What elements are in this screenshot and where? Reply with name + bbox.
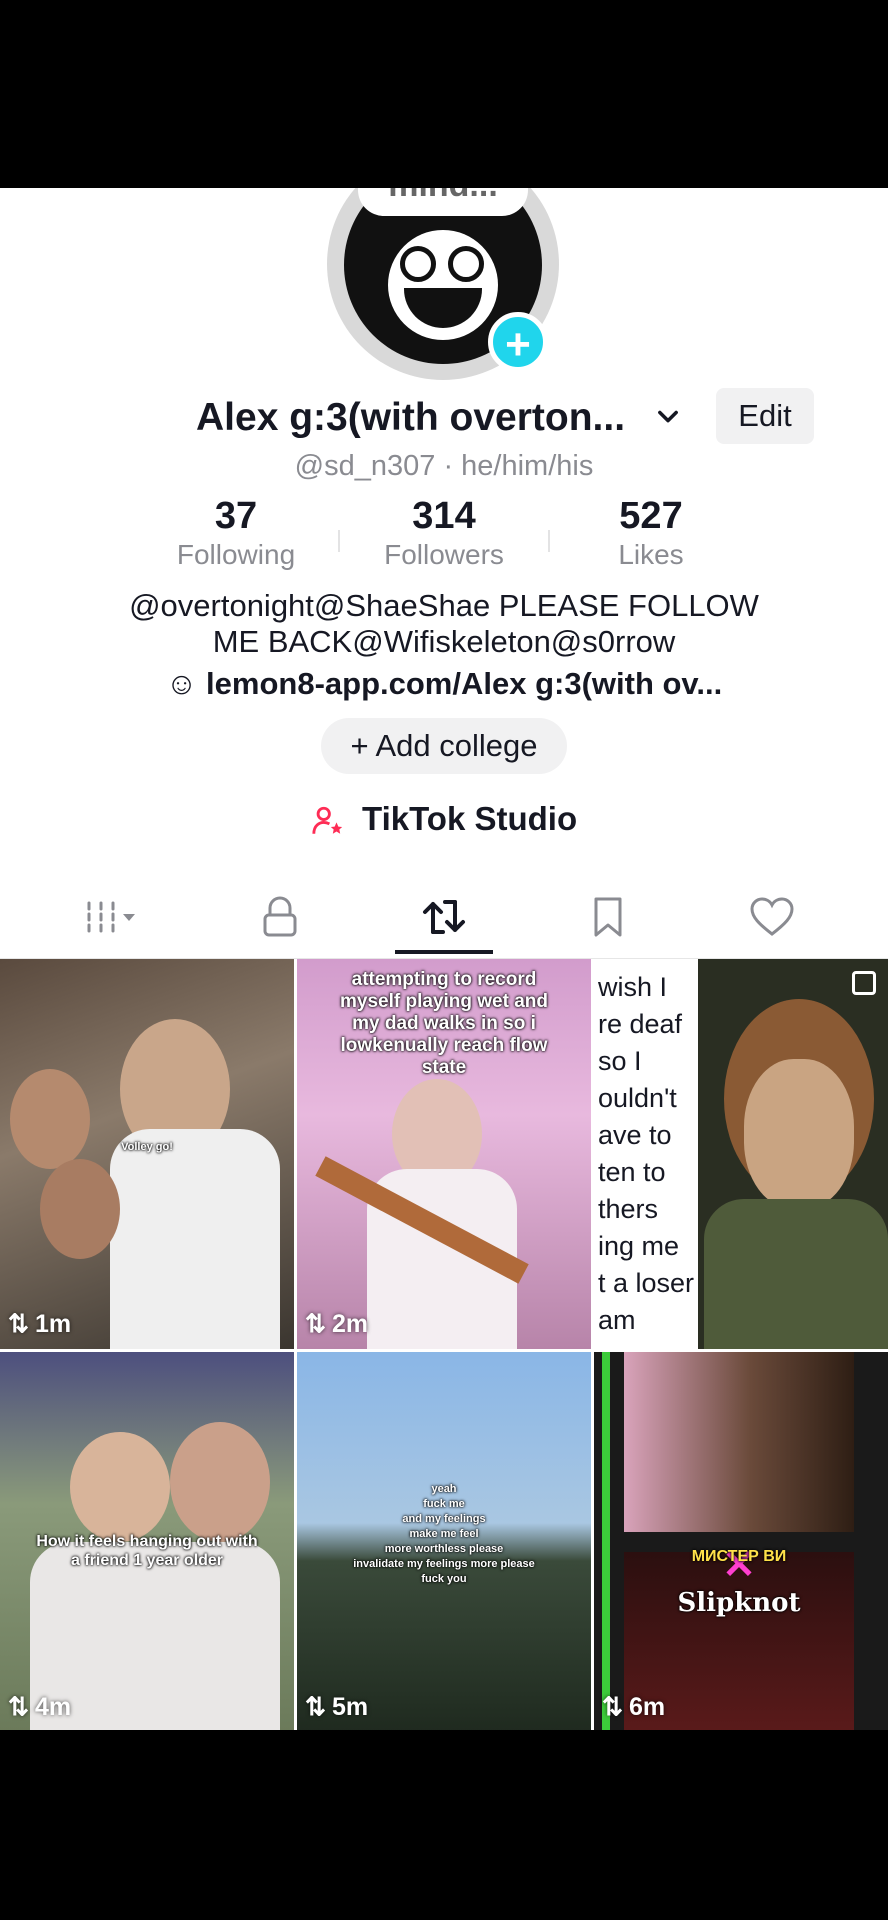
tab-liked[interactable] [712,878,832,956]
followers-label: Followers [384,539,504,570]
link-icon: ☺ [165,666,198,701]
thumbnail-photo [624,1352,854,1532]
repost-icon [423,900,465,934]
repost-time: ⇅ 1m [8,1309,71,1339]
avatar-eye-right [448,246,484,282]
repost-time-text: 6m [628,1692,666,1721]
video-caption: attempting to record myself playing wet … [340,969,548,1078]
repost-time: ⇅ 5m [305,1692,368,1722]
add-college-button[interactable]: + Add college [321,718,567,774]
chevron-down-icon[interactable] [654,402,682,430]
heart-icon [750,897,794,936]
profile-tabs [0,878,888,959]
likes-label: Likes [618,539,684,570]
bio-link[interactable]: ☺ lemon8-app.com/Alex g:3(with ov... [0,666,888,702]
repost-icon: ⇅ [602,1693,623,1721]
video-caption: wish I re deaf so I ouldn't ave to ten t… [598,972,695,1335]
bookmark-icon [594,897,622,937]
stat-following[interactable]: 37 Following [136,494,336,572]
name-row: Alex g:3(with overton... Edit [0,388,888,448]
plus-icon: + [505,320,531,369]
tiktok-studio-label: TikTok Studio [362,800,578,837]
avatar-note-bubble[interactable]: mind... [358,188,528,216]
video-caption: yeah fuck me and my feelings make me fee… [353,1483,535,1585]
video-thumbnail[interactable]: How it feels hanging out with a friend 1… [0,1352,294,1730]
edit-profile-button[interactable]: Edit [716,388,814,444]
repost-time-text: 5m [331,1692,369,1721]
repost-icon: ⇅ [305,1693,326,1721]
repost-icon: ⇅ [8,1310,29,1338]
following-label: Following [176,539,296,570]
add-story-button[interactable]: + [488,312,548,372]
stat-divider [548,530,550,552]
tab-videos[interactable] [56,878,176,956]
video-thumbnail[interactable]: attempting to record myself playing wet … [297,959,591,1349]
video-thumbnail[interactable]: Volley go! ⇅ 1m [0,959,294,1349]
stat-likes[interactable]: 527 Likes [551,494,751,572]
username-pronouns: @sd_n307 · he/him/his [294,450,594,482]
video-caption: Volley go! [121,1141,173,1153]
repost-icon: ⇅ [8,1693,29,1721]
thumbnail-figure [744,1059,854,1209]
video-thumbnail[interactable]: wish I re deaf so I ouldn't ave to ten t… [594,959,888,1349]
video-caption: МИСТЕР ВИ [691,1548,787,1565]
repost-time: ⇅ 6m [602,1692,665,1722]
tab-private[interactable] [220,878,340,956]
stat-followers[interactable]: 314 Followers [344,494,544,572]
repost-time: ⇅ 4m [8,1692,71,1722]
bio-line: ME BACK@Wifiskeleton@s0rrow [212,624,676,659]
thumbnail-figure [10,1069,90,1169]
video-thumbnail[interactable]: yeah fuck me and my feelings make me fee… [297,1352,591,1730]
thumbnail-figure [40,1159,120,1259]
tab-favorites[interactable] [548,878,668,956]
avatar-eye-left [400,246,436,282]
tiktok-studio-link[interactable]: TikTok Studio [0,800,888,838]
tab-reposts[interactable] [384,878,504,956]
active-tab-indicator [395,950,493,954]
following-count: 37 [214,495,258,537]
video-thumbnail[interactable]: ✕ МИСТЕР ВИ Slipknot ⇅ 6m [594,1352,888,1730]
thumbnail-figure [70,1432,170,1542]
repost-time-text: 4m [34,1692,72,1721]
profile-stats: 37 Following 314 Followers 527 Likes [0,494,888,584]
bio-line: @overtonight@ShaeShae PLEASE FOLLOW [129,588,759,623]
video-caption: Slipknot [677,1588,801,1618]
creator-star-icon [312,807,343,835]
bio: @overtonight@ShaeShae PLEASE FOLLOW ME B… [60,588,828,660]
repost-time-text: 2m [331,1309,369,1338]
repost-time-text: 1m [34,1309,72,1338]
video-caption: How it feels hanging out with a friend 1… [36,1533,258,1569]
followers-count: 314 [412,495,476,537]
thumbnail-figure [110,1129,280,1349]
profile-name[interactable]: Alex g:3(with overton... [196,396,625,440]
thumbnail-figure [704,1199,888,1349]
stat-divider [338,530,340,552]
lock-icon [263,896,297,937]
thumbnail-figure [170,1422,270,1542]
repost-time: ⇅ 2m [305,1309,368,1339]
thumbnail-stripe [602,1352,610,1730]
repost-icon: ⇅ [305,1310,326,1338]
grid-icon [87,901,135,933]
bio-link-text: lemon8-app.com/Alex g:3(with ov... [206,666,723,701]
profile-screen: mind... + Alex g:3(with overton... Edit … [0,188,888,1730]
video-grid: Volley go! ⇅ 1m attempting to record mys… [0,959,888,1730]
likes-count: 527 [619,495,683,537]
multi-photo-icon [852,971,876,995]
